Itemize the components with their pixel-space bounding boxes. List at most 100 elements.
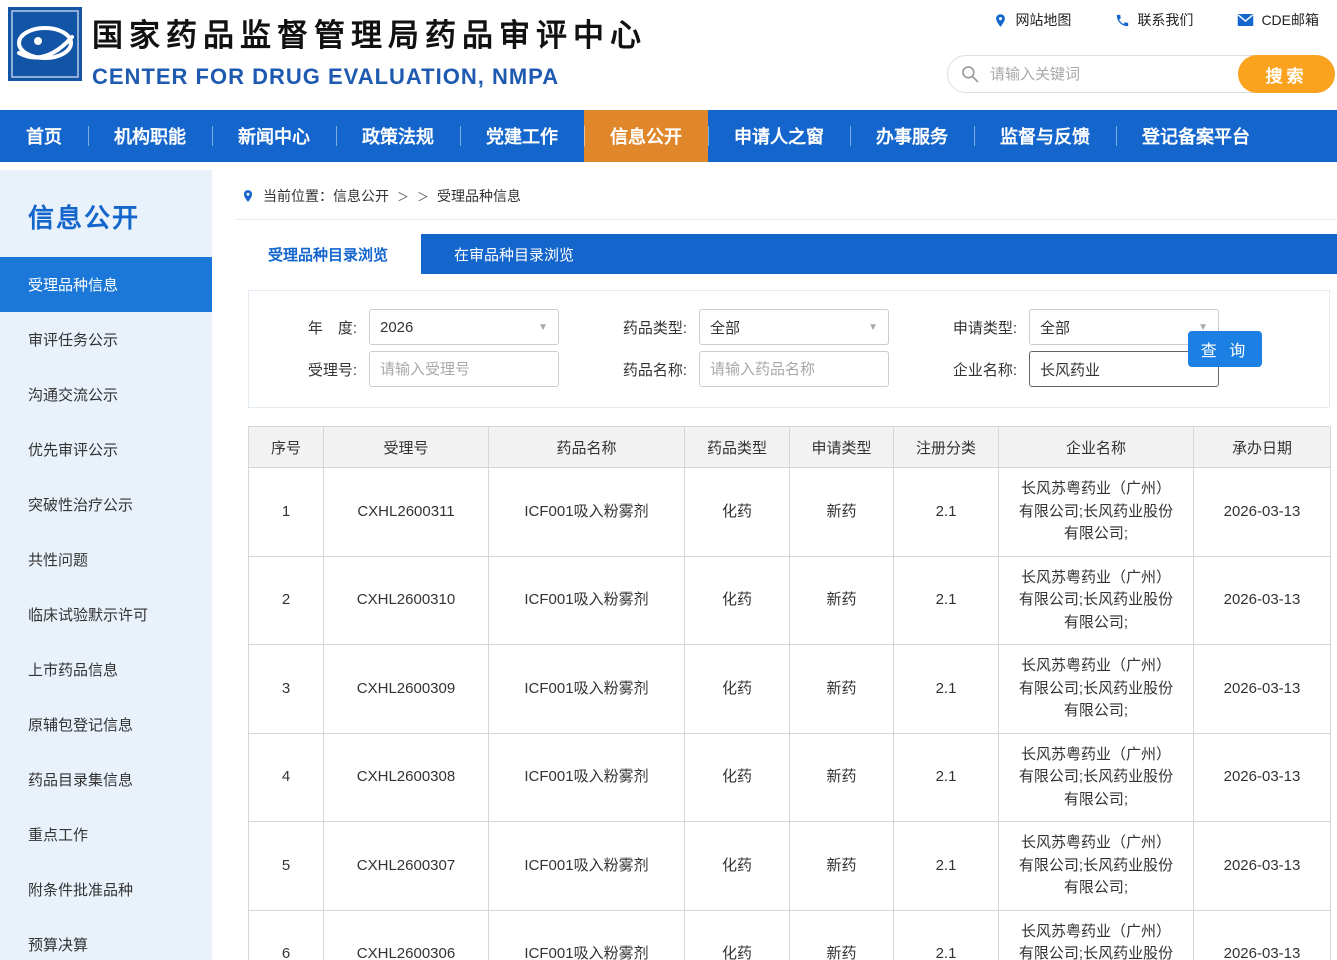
cell-accept-no: CXHL2600310	[324, 556, 489, 645]
breadcrumb-page: 受理品种信息	[437, 186, 521, 206]
chevron-down-icon: ▼	[538, 322, 548, 333]
nav-item-info-disclosure[interactable]: 信息公开	[584, 110, 708, 162]
sidebar-item-clinical-trial-implied-license[interactable]: 临床试验默示许可	[0, 587, 212, 642]
filter-field-drug-type: 药品类型: 全部 ▼	[611, 309, 889, 345]
col-header-date: 承办日期	[1194, 427, 1331, 468]
cell-date: 2026-03-13	[1194, 910, 1331, 960]
cell-drug-name: ICF001吸入粉雾剂	[489, 468, 685, 557]
cell-reg-class: 2.1	[894, 645, 999, 734]
sidebar-item-common-issues[interactable]: 共性问题	[0, 532, 212, 587]
contact-us-link-label: 联系我们	[1137, 10, 1193, 30]
nav-item-party-building[interactable]: 党建工作	[460, 110, 584, 162]
drug-type-select[interactable]: 全部 ▼	[699, 309, 889, 345]
contact-us-link[interactable]: 联系我们	[1115, 10, 1193, 30]
sitemap-link-label: 网站地图	[1015, 10, 1071, 30]
cell-apply-type: 新药	[790, 645, 894, 734]
cde-logo[interactable]	[8, 7, 82, 81]
cell-accept-no: CXHL2600307	[324, 822, 489, 911]
cell-drug-type: 化药	[685, 556, 790, 645]
table-row: 6 CXHL2600306 ICF001吸入粉雾剂 化药 新药 2.1 长风苏粤…	[249, 910, 1331, 960]
cell-accept-no: CXHL2600311	[324, 468, 489, 557]
sidebar-item-review-tasks[interactable]: 审评任务公示	[0, 312, 212, 367]
cell-accept-no: CXHL2600308	[324, 733, 489, 822]
cell-date: 2026-03-13	[1194, 822, 1331, 911]
cell-reg-class: 2.1	[894, 468, 999, 557]
col-header-company: 企业名称	[999, 427, 1194, 468]
sidebar-item-key-work[interactable]: 重点工作	[0, 807, 212, 862]
cell-company: 长风苏粤药业（广州）有限公司;长风药业股份有限公司;	[999, 822, 1194, 911]
sidebar-item-marketed-drugs[interactable]: 上市药品信息	[0, 642, 212, 697]
cell-drug-name: ICF001吸入粉雾剂	[489, 910, 685, 960]
cde-mail-link[interactable]: CDE邮箱	[1237, 10, 1319, 30]
cell-drug-name: ICF001吸入粉雾剂	[489, 822, 685, 911]
sidebar-item-communication[interactable]: 沟通交流公示	[0, 367, 212, 422]
sidebar-item-budget[interactable]: 预算决算	[0, 917, 212, 960]
sidebar-item-priority-review[interactable]: 优先审评公示	[0, 422, 212, 477]
accept-no-input[interactable]	[369, 351, 559, 387]
main-nav: 首页 机构职能 新闻中心 政策法规 党建工作 信息公开 申请人之窗 办事服务 监…	[0, 110, 1337, 162]
cell-reg-class: 2.1	[894, 910, 999, 960]
breadcrumb-separator: ＞	[417, 188, 429, 205]
header-quick-links: 网站地图 联系我们 CDE邮箱	[993, 10, 1319, 30]
mail-icon	[1237, 13, 1254, 27]
nav-item-home[interactable]: 首页	[0, 110, 88, 162]
search-button[interactable]: 搜索	[1238, 55, 1335, 93]
filter-field-year: 年 度: 2026 ▼	[281, 309, 559, 345]
nav-item-supervision-feedback[interactable]: 监督与反馈	[974, 110, 1116, 162]
drug-name-label: 药品名称:	[611, 359, 687, 380]
nav-item-applicant-window[interactable]: 申请人之窗	[708, 110, 850, 162]
cell-seq: 5	[249, 822, 324, 911]
content-tabbar: 受理品种目录浏览 在审品种目录浏览	[235, 234, 1337, 274]
cell-reg-class: 2.1	[894, 733, 999, 822]
main-content: 当前位置：信息公开 ＞ ＞ 受理品种信息 受理品种目录浏览 在审品种目录浏览 年…	[235, 170, 1337, 960]
sidebar-item-drug-catalog[interactable]: 药品目录集信息	[0, 752, 212, 807]
sitemap-link[interactable]: 网站地图	[993, 10, 1071, 30]
company-label: 企业名称:	[941, 359, 1017, 380]
cell-date: 2026-03-13	[1194, 556, 1331, 645]
cell-drug-name: ICF001吸入粉雾剂	[489, 733, 685, 822]
sidebar-item-conditional-approval[interactable]: 附条件批准品种	[0, 862, 212, 917]
cell-apply-type: 新药	[790, 910, 894, 960]
results-table: 序号 受理号 药品名称 药品类型 申请类型 注册分类 企业名称 承办日期 1 C…	[248, 426, 1331, 960]
cell-drug-type: 化药	[685, 910, 790, 960]
tab-under-review-catalog[interactable]: 在审品种目录浏览	[421, 234, 607, 274]
cell-drug-type: 化药	[685, 733, 790, 822]
breadcrumb-current-location: 当前位置：信息公开	[263, 186, 389, 206]
filter-field-company: 企业名称:	[941, 351, 1219, 387]
cell-accept-no: CXHL2600309	[324, 645, 489, 734]
phone-icon	[1115, 13, 1130, 28]
cell-drug-name: ICF001吸入粉雾剂	[489, 645, 685, 734]
sidebar: 信息公开 受理品种信息 审评任务公示 沟通交流公示 优先审评公示 突破性治疗公示…	[0, 170, 212, 960]
sidebar-item-breakthrough-therapy[interactable]: 突破性治疗公示	[0, 477, 212, 532]
nav-item-registration-platform[interactable]: 登记备案平台	[1116, 110, 1276, 162]
cell-apply-type: 新药	[790, 556, 894, 645]
cell-reg-class: 2.1	[894, 556, 999, 645]
nav-item-functions[interactable]: 机构职能	[88, 110, 212, 162]
nav-item-news[interactable]: 新闻中心	[212, 110, 336, 162]
table-header-row: 序号 受理号 药品名称 药品类型 申请类型 注册分类 企业名称 承办日期	[249, 427, 1331, 468]
filter-row-1: 年 度: 2026 ▼ 药品类型: 全部 ▼ 申请类型:	[281, 309, 1329, 345]
table-row: 1 CXHL2600311 ICF001吸入粉雾剂 化药 新药 2.1 长风苏粤…	[249, 468, 1331, 557]
nav-item-services[interactable]: 办事服务	[850, 110, 974, 162]
sidebar-title: 信息公开	[0, 170, 212, 257]
drug-name-input[interactable]	[699, 351, 889, 387]
query-button[interactable]: 查 询	[1188, 331, 1262, 367]
table-row: 3 CXHL2600309 ICF001吸入粉雾剂 化药 新药 2.1 长风苏粤…	[249, 645, 1331, 734]
nav-item-policies[interactable]: 政策法规	[336, 110, 460, 162]
year-select[interactable]: 2026 ▼	[369, 309, 559, 345]
tab-accepted-catalog[interactable]: 受理品种目录浏览	[235, 234, 421, 274]
cell-drug-type: 化药	[685, 468, 790, 557]
drug-type-label: 药品类型:	[611, 317, 687, 338]
cell-apply-type: 新药	[790, 733, 894, 822]
location-pin-icon	[241, 188, 255, 204]
filter-field-apply-type: 申请类型: 全部 ▼	[941, 309, 1219, 345]
year-select-value: 2026	[380, 319, 413, 336]
accept-no-label: 受理号:	[281, 359, 357, 380]
cell-seq: 1	[249, 468, 324, 557]
sidebar-item-excipients-registration[interactable]: 原辅包登记信息	[0, 697, 212, 752]
cell-seq: 3	[249, 645, 324, 734]
filter-field-drug-name: 药品名称:	[611, 351, 889, 387]
cell-accept-no: CXHL2600306	[324, 910, 489, 960]
sidebar-item-accepted-varieties[interactable]: 受理品种信息	[0, 257, 212, 312]
table-row: 4 CXHL2600308 ICF001吸入粉雾剂 化药 新药 2.1 长风苏粤…	[249, 733, 1331, 822]
